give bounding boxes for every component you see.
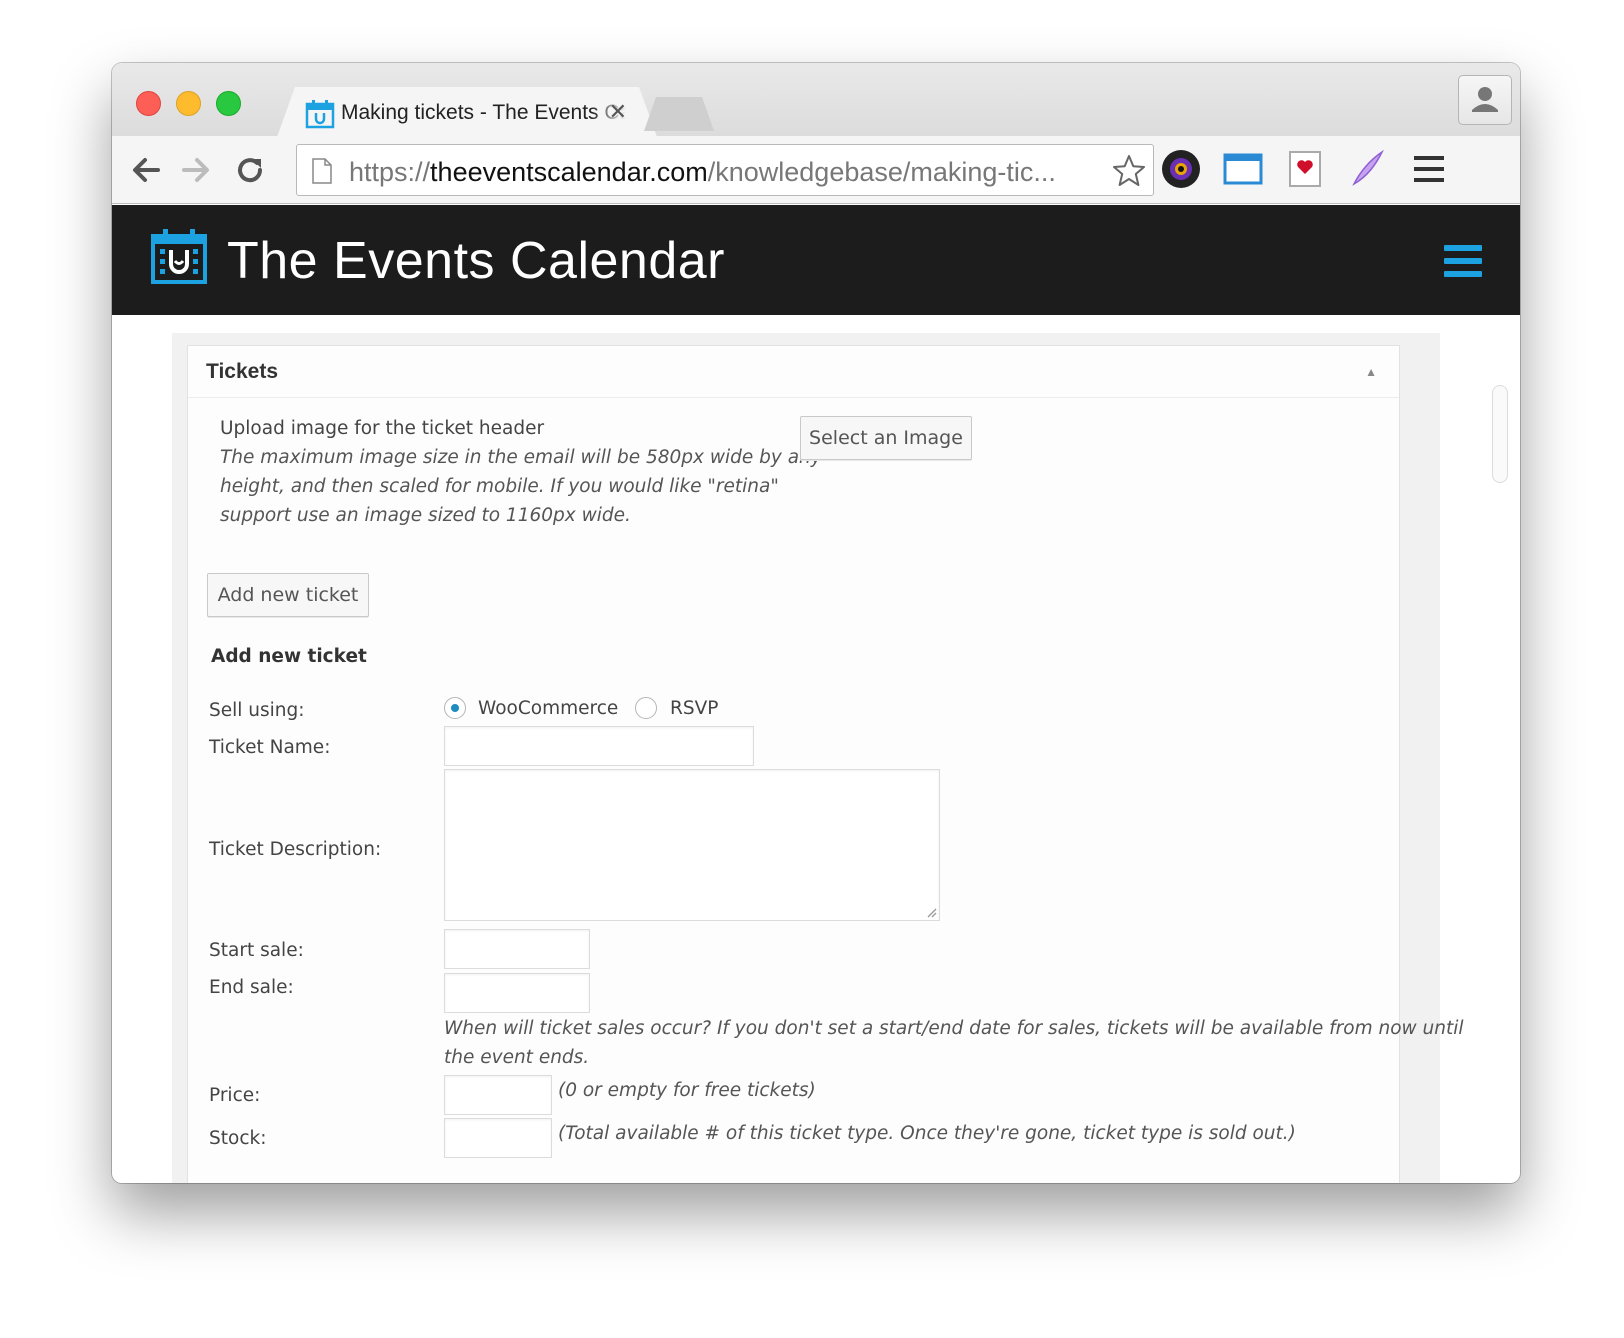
ticket-description-label: Ticket Description: — [209, 839, 382, 860]
browser-tab-active[interactable]: Making tickets - The Events Calendar ✕ — [277, 87, 657, 137]
ticket-name-label: Ticket Name: — [209, 737, 331, 758]
tab-title: Making tickets - The Events Calendar — [341, 101, 626, 124]
collapse-arrow-icon[interactable]: ▲ — [1365, 365, 1377, 379]
ticket-description-textarea[interactable] — [444, 769, 940, 921]
stock-label: Stock: — [209, 1128, 267, 1149]
calendar-logo-icon[interactable] — [150, 227, 208, 285]
site-title[interactable]: The Events Calendar — [227, 231, 725, 291]
ticket-name-input[interactable] — [444, 726, 754, 766]
start-sale-input[interactable] — [444, 929, 590, 969]
browser-menu-icon[interactable] — [1408, 148, 1450, 190]
page-scrollbar[interactable] — [1492, 385, 1508, 483]
add-new-ticket-button[interactable]: Add new ticket — [207, 573, 369, 617]
sale-dates-help-line-1: When will ticket sales occur? If you don… — [444, 1018, 1464, 1039]
header-image-help-line-1: The maximum image size in the email will… — [220, 447, 822, 468]
site-header: The Events Calendar — [112, 205, 1520, 315]
forward-arrow-icon[interactable] — [176, 150, 216, 190]
start-sale-label: Start sale: — [209, 940, 304, 961]
back-arrow-icon[interactable] — [126, 150, 166, 190]
header-image-help-line-3: support use an image sized to 1160px wid… — [220, 505, 631, 526]
price-input[interactable] — [444, 1075, 552, 1115]
rsvp-option-label[interactable]: RSVP — [670, 698, 718, 719]
header-image-help-line-2: height, and then scaled for mobile. If y… — [220, 476, 779, 497]
calendar-favicon-icon — [305, 99, 335, 129]
address-bar[interactable]: https://theeventscalendar.com/knowledgeb… — [296, 144, 1154, 196]
tab-close-icon[interactable]: ✕ — [609, 99, 627, 125]
browser-window: Making tickets - The Events Calendar ✕ — [112, 63, 1520, 1183]
page-icon — [312, 158, 332, 184]
select-image-button[interactable]: Select an Image — [800, 416, 972, 460]
stock-input[interactable] — [444, 1118, 552, 1158]
browser-toolbar: https://theeventscalendar.com/knowledgeb… — [112, 136, 1520, 204]
url-text: https://theeventscalendar.com/knowledgeb… — [349, 157, 1056, 187]
price-label: Price: — [209, 1085, 261, 1106]
page-viewport: The Events Calendar Tickets ▲ Upload ima… — [112, 205, 1520, 1183]
person-icon — [1472, 87, 1498, 112]
sell-using-label: Sell using: — [209, 700, 305, 721]
tickets-metabox: Tickets ▲ Upload image for the ticket he… — [187, 345, 1464, 1183]
window-close-button[interactable] — [136, 91, 161, 116]
end-sale-input[interactable] — [444, 973, 590, 1013]
woocommerce-radio[interactable] — [444, 697, 466, 719]
screenshot-panel: Tickets ▲ Upload image for the ticket he… — [172, 333, 1464, 1183]
camera-lens-extension-icon[interactable] — [1160, 148, 1202, 190]
hamburger-menu-icon[interactable] — [1444, 245, 1482, 277]
price-help: (0 or empty for free tickets) — [558, 1080, 816, 1101]
end-sale-label: End sale: — [209, 977, 294, 998]
profile-button[interactable] — [1458, 75, 1512, 125]
tab-strip: Making tickets - The Events Calendar ✕ — [112, 63, 1520, 136]
feather-pen-extension-icon[interactable] — [1346, 148, 1388, 190]
pocket-heart-extension-icon[interactable] — [1284, 148, 1326, 190]
bookmark-star-icon[interactable] — [1111, 153, 1147, 189]
screen-capture-extension-icon[interactable] — [1222, 148, 1264, 190]
sale-dates-help-line-2: the event ends. — [444, 1047, 590, 1068]
window-minimize-button[interactable] — [176, 91, 201, 116]
rsvp-radio[interactable] — [635, 697, 657, 719]
header-image-label: Upload image for the ticket header — [220, 418, 545, 439]
metabox-title: Tickets — [206, 360, 278, 383]
window-zoom-button[interactable] — [216, 91, 241, 116]
reload-icon[interactable] — [230, 150, 270, 190]
resize-handle-icon[interactable] — [925, 906, 937, 918]
new-tab-button[interactable] — [644, 97, 714, 131]
add-ticket-heading: Add new ticket — [211, 646, 367, 667]
metabox-header[interactable]: Tickets ▲ — [188, 346, 1399, 398]
stock-help: (Total available # of this ticket type. … — [558, 1123, 1296, 1144]
woocommerce-option-label[interactable]: WooCommerce — [478, 698, 618, 719]
